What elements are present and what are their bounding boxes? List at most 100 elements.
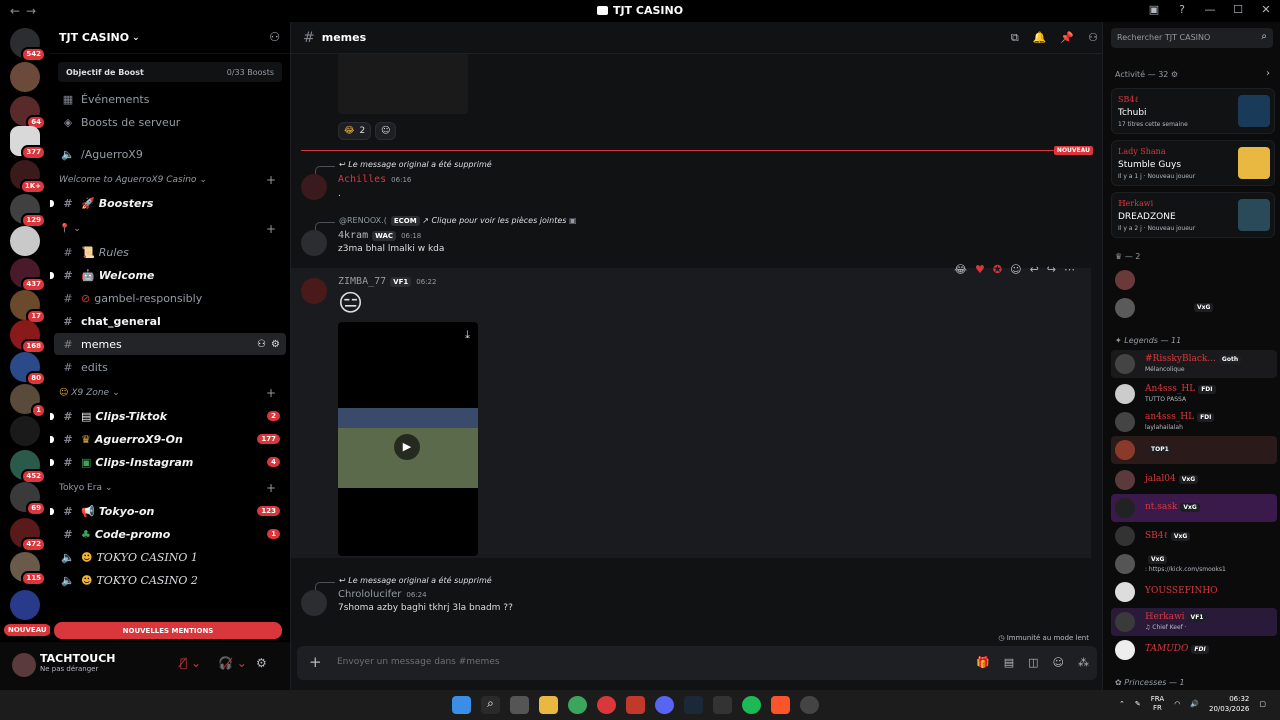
language-indicator[interactable]: FRA FR [1151,695,1164,713]
activity-card[interactable]: SB4ℓ Tchubi 17 titres cette semaine [1111,88,1275,134]
new-mentions-pill[interactable]: NOUVELLES MENTIONS [54,622,282,639]
member-row[interactable]: An4sss_HL FDI TUTTO PASSA [1111,380,1277,408]
brave-icon[interactable] [771,696,790,714]
channel-voice[interactable]: 🔈 /AguerroX9 [54,143,286,165]
maximize-icon[interactable]: ☐ [1230,3,1246,16]
channel-settings-icon[interactable]: ⚙ [271,339,280,350]
avatar[interactable] [301,590,327,616]
message-list[interactable]: 😂 2 ☺ NOUVEAU ↩ Le message original a été… [291,54,1103,642]
mic-muted-icon[interactable]: 🎙̸ ⌄ [180,656,201,670]
reply-preview[interactable]: @RENOOX.(ECOM ↗ Clique pour voir les piè… [339,216,577,226]
download-icon[interactable]: ⤓ [465,328,470,342]
threads-icon[interactable]: ⧉ [1011,31,1019,45]
channel-clips-tiktok[interactable]: # ▤ Clips-Tiktok 2 [50,405,286,427]
server-icon[interactable] [10,416,40,446]
adobe-icon[interactable] [626,696,645,714]
avatar[interactable] [301,278,327,304]
member-list-icon[interactable]: ⚇ [1088,31,1098,45]
minimize-icon[interactable]: — [1202,3,1218,16]
server-icon[interactable] [10,590,40,620]
bell-icon[interactable]: 🔔 [1033,31,1047,45]
upload-plus-icon[interactable]: + [309,653,322,671]
dm-home-button[interactable]: 542 [10,28,46,62]
rail-new-pill[interactable]: NOUVEAU [4,624,51,636]
message-author[interactable]: ZIMBA_77 VF1 06:22 [338,276,436,287]
add-channel-icon[interactable]: + [266,222,276,236]
server-icon[interactable]: 64 [10,96,46,130]
play-icon[interactable]: ▶ [394,434,420,460]
member-row[interactable]: #RisskyBlack... Goth Mélancolique [1111,350,1277,378]
server-icon[interactable]: 437 [10,258,46,292]
wifi-icon[interactable]: ◠ [1174,700,1180,708]
channel-tokyo-on[interactable]: # 📢 Tokyo-on 123 [50,500,286,522]
voice-tokyo-casino-2[interactable]: 🔈 ☻ TOKYO CASINO 2 [54,569,286,591]
category-welcome[interactable]: Welcome to AguerroX9 Casino ⌄ + [54,169,286,191]
image-attachment[interactable] [338,54,468,114]
server-icon[interactable] [10,226,40,256]
gif-icon[interactable]: ▤ [1004,656,1014,669]
reply-preview[interactable]: ↩ Le message original a été supprimé [339,160,492,169]
chevron-up-icon[interactable]: ⌃ [1119,700,1125,708]
add-reaction-icon[interactable]: ☺ [1010,263,1021,276]
heart-icon[interactable]: ♥ [975,263,985,276]
pin-icon[interactable]: 📌 [1060,31,1074,45]
member-row[interactable]: ℍerkawi VF1 ♫ Chief Keef · [1111,608,1277,636]
member-row[interactable]: TOP1 [1111,436,1277,464]
category-tokyo-era[interactable]: Tokyo Era ⌄ + [54,477,286,499]
server-icon[interactable]: 69 [10,482,46,516]
message-composer[interactable]: + Envoyer un message dans #memes 🎁 ▤ ◫ ☺… [297,646,1097,680]
user-settings-icon[interactable]: ⚙ [256,656,267,670]
chevron-right-icon[interactable]: › [1266,68,1270,79]
category-x9-zone[interactable]: ☺ X9 Zone ⌄ + [54,382,286,404]
activity-card[interactable]: ℍerkawi DREADZONE Il y a 2 j · Nouveau j… [1111,192,1275,238]
reaction-pill[interactable]: 😂 2 [338,122,372,140]
discord-icon[interactable] [655,696,674,714]
message-author[interactable]: Chrololucifer 06:24 [338,589,427,600]
activity-card[interactable]: Lady Shana Stumble Guys Il y a 1 j · Nou… [1111,140,1275,186]
add-channel-icon[interactable]: + [266,173,276,187]
steam-icon[interactable] [684,696,703,714]
member-row[interactable] [1111,266,1277,294]
reply-icon[interactable]: ↩ [1030,263,1039,276]
inbox-icon[interactable]: ▣ [1146,3,1162,16]
composer-placeholder[interactable]: Envoyer un message dans #memes [337,657,500,667]
channel-boosters[interactable]: # 🚀 Boosters [50,192,286,214]
channel-edits[interactable]: # edits [54,356,286,378]
category-unnamed[interactable]: 📍 ⌄ + [54,218,286,240]
laugh-emoji-icon[interactable]: 😂 [954,263,967,276]
invite-icon[interactable]: ⚇ [269,30,280,44]
member-row[interactable]: TAMUDO FDI [1111,636,1277,664]
member-row[interactable]: VxG: https://kick.com/smooks1 [1111,550,1277,578]
video-attachment[interactable]: ⤓ ▶ [338,322,478,556]
channel-welcome[interactable]: # 🤖 Welcome [50,264,286,286]
add-reaction-button[interactable]: ☺ [375,122,397,140]
server-icon[interactable]: 80 [10,352,46,386]
capcut-icon[interactable] [713,696,732,714]
server-icon[interactable]: 1 [10,384,46,418]
search-input[interactable]: Rechercher TJT CASINO ⌕ [1111,28,1273,48]
events-link[interactable]: ▦ Événements [54,88,286,110]
emoji-icon[interactable]: ✪ [993,263,1002,276]
server-icon[interactable]: 129 [10,194,46,228]
avatar[interactable] [301,230,327,256]
avatar[interactable] [12,653,36,677]
user-name[interactable]: TACHTOUCH [40,652,116,665]
app-icon[interactable] [800,696,819,714]
server-icon[interactable]: 1K+ [10,160,46,194]
emoji-icon[interactable]: ☺ [1053,656,1064,669]
server-icon[interactable] [10,62,40,92]
windows-start-icon[interactable] [452,696,471,714]
gear-icon[interactable]: ⚙ [1171,70,1178,79]
opera-icon[interactable] [597,696,616,714]
spotify-icon[interactable] [742,696,761,714]
pen-icon[interactable]: ✎ [1135,700,1141,708]
server-icon[interactable]: 472 [10,518,46,552]
member-row[interactable]: an4sss_HL FDI laylahailalah [1111,408,1277,436]
channel-chat-general[interactable]: # chat_general [54,310,286,332]
volume-icon[interactable]: 🔊 [1190,700,1199,708]
clock[interactable]: 06:32 20/03/2026 [1209,694,1249,714]
reply-preview[interactable]: ↩ Le message original a été supprimé [339,576,492,585]
add-member-icon[interactable]: ⚇ [257,339,266,350]
forward-icon[interactable]: ↪ [1047,263,1056,276]
more-icon[interactable]: ⋯ [1064,263,1075,276]
